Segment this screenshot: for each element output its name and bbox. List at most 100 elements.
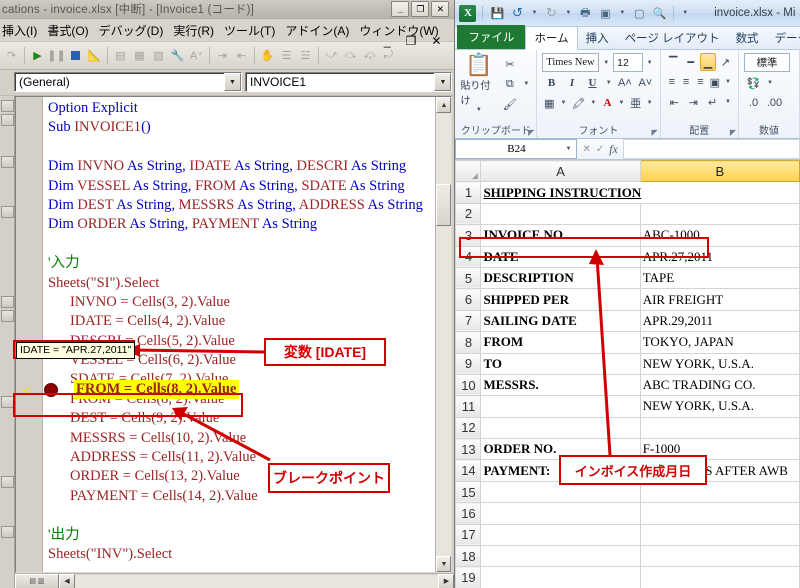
chevron-down-icon[interactable]: ▼ <box>474 107 484 113</box>
chevron-down-icon[interactable]: ▼ <box>645 100 655 106</box>
restore-icon[interactable]: ❐ <box>411 1 430 17</box>
quick-print-icon[interactable]: 🖶 <box>577 5 593 21</box>
paste-button[interactable]: 📋 貼り付け ▼ <box>460 53 497 124</box>
cell-B3[interactable]: ABC-1000 <box>639 224 800 247</box>
chevron-down-icon[interactable]: ▼ <box>588 100 598 106</box>
tab-page-layout[interactable]: ページ レイアウト <box>617 27 728 49</box>
code-vertical-scrollbar[interactable]: ▲ ▼ <box>435 97 452 572</box>
align-center-icon[interactable]: ≡ <box>680 73 692 91</box>
row-header-7[interactable]: 7 <box>455 309 482 333</box>
row-header-2[interactable]: 2 <box>455 202 482 226</box>
project-explorer-icon[interactable]: ▤ <box>112 47 129 64</box>
row-header-18[interactable]: 18 <box>455 545 482 568</box>
chevron-down-icon[interactable]: ▼ <box>604 80 614 86</box>
phonetic-guide-icon[interactable]: 亜 <box>628 94 642 112</box>
dock-nub[interactable] <box>1 206 14 218</box>
print-preview-icon[interactable]: ▣ <box>597 5 613 21</box>
cell-B2[interactable] <box>639 202 800 226</box>
cell-A11[interactable] <box>480 395 641 418</box>
cell-B9[interactable]: NEW YORK, U.S.A. <box>639 352 800 375</box>
dock-nub[interactable] <box>1 526 14 538</box>
align-middle-icon[interactable]: ━ <box>683 53 698 71</box>
row-header-14[interactable]: 14 <box>455 459 482 482</box>
cell-A9[interactable]: TO <box>480 352 641 375</box>
menu-item-format[interactable]: 書式(O) <box>47 22 88 39</box>
chevron-down-icon[interactable]: ▼ <box>723 79 733 85</box>
step-into-icon[interactable]: ⤼ <box>342 47 359 64</box>
undo-icon[interactable]: ↺ <box>509 5 525 21</box>
select-all-corner[interactable] <box>455 160 482 183</box>
cell-A4[interactable]: DATE <box>480 245 641 268</box>
cell-A10[interactable]: MESSRS. <box>480 373 641 397</box>
minimize-icon[interactable]: _ <box>391 1 410 17</box>
cell-A16[interactable] <box>480 502 641 525</box>
spelling-icon[interactable]: 🔍 <box>651 5 667 21</box>
align-left-icon[interactable]: ≡ <box>666 73 678 91</box>
scroll-up-icon[interactable]: ▲ <box>436 97 452 113</box>
font-dialog-launcher[interactable]: ◤ <box>651 128 657 137</box>
cell-A8[interactable]: FROM <box>480 331 641 354</box>
hand-icon[interactable]: ✋ <box>259 47 276 64</box>
step-over-icon[interactable]: ⤽ <box>361 47 378 64</box>
row-header-13[interactable]: 13 <box>455 438 482 461</box>
mdi-minimize-icon[interactable]: _ <box>384 34 391 48</box>
merge-cells-icon[interactable]: ▣ <box>709 73 721 91</box>
cell-B16[interactable] <box>639 502 800 525</box>
outdent-icon[interactable]: ⇤ <box>233 47 250 64</box>
redo-icon[interactable]: ↷ <box>3 47 20 64</box>
cell-A1[interactable]: SHIPPING INSTRUCTION <box>480 181 800 204</box>
cell-B17[interactable] <box>639 523 800 547</box>
chevron-down-icon[interactable]: ▼ <box>645 60 655 66</box>
toggle-breakpoint-icon[interactable]: ⤻ <box>323 47 340 64</box>
name-box[interactable]: B24 ▼ <box>455 139 578 159</box>
scroll-down-icon[interactable]: ▼ <box>436 556 452 572</box>
close-icon[interactable]: ✕ <box>431 1 450 17</box>
row-header-15[interactable]: 15 <box>455 480 482 504</box>
code-text-area[interactable]: FROM = Cells(8, 2).Value Option Explicit… <box>43 97 436 572</box>
row-header-19[interactable]: 19 <box>455 566 482 588</box>
dock-nub[interactable] <box>1 310 14 322</box>
step-out-icon[interactable]: ⤾ <box>380 47 397 64</box>
cell-A19[interactable] <box>480 566 641 588</box>
view-split-buttons[interactable]: ▤ ▥ <box>15 573 59 588</box>
row-header-11[interactable]: 11 <box>455 395 482 418</box>
tab-insert[interactable]: 挿入 <box>578 27 617 49</box>
cell-B5[interactable]: TAPE <box>639 266 800 290</box>
underline-button[interactable]: U <box>583 74 601 92</box>
font-name-input[interactable]: Times New Ro <box>542 53 600 72</box>
chevron-down-icon[interactable]: ▼ <box>563 146 573 152</box>
chevron-down-icon[interactable]: ▼ <box>617 100 627 106</box>
clipboard-dialog-launcher[interactable]: ◤ <box>528 128 534 137</box>
dock-nub[interactable] <box>1 100 14 112</box>
indent-icon[interactable]: ⇥ <box>214 47 231 64</box>
dock-nub[interactable] <box>1 476 14 488</box>
format-painter-icon[interactable]: 🖌 <box>500 95 519 113</box>
object-browser-icon[interactable]: ▧ <box>150 47 167 64</box>
orientation-icon[interactable]: ↗ <box>718 53 733 71</box>
stop-icon[interactable] <box>67 47 84 64</box>
chevron-down-icon[interactable]: ▼ <box>601 60 611 66</box>
cut-icon[interactable]: ✂ <box>500 55 519 73</box>
increase-indent-icon[interactable]: ⇥ <box>685 93 702 111</box>
align-right-icon[interactable]: ≡ <box>694 73 706 91</box>
tab-data[interactable]: データ <box>767 27 800 49</box>
column-header-B[interactable]: B <box>639 160 800 183</box>
italic-button[interactable]: I <box>563 74 581 92</box>
menu-item-insert[interactable]: 挿入(I) <box>2 22 37 39</box>
cell-B6[interactable]: AIR FREIGHT <box>639 288 800 311</box>
chevron-down-icon[interactable]: ▼ <box>529 10 539 16</box>
tab-formulas[interactable]: 数式 <box>728 27 767 49</box>
cell-B8[interactable]: TOKYO, JAPAN <box>639 331 800 354</box>
cell-A6[interactable]: SHIPPED PER <box>480 288 641 311</box>
align-top-icon[interactable]: ▔ <box>666 53 681 71</box>
increase-font-size-icon[interactable]: A˄ <box>616 74 634 92</box>
row-header-1[interactable]: 1 <box>455 181 482 204</box>
list2-icon[interactable]: ☱ <box>297 47 314 64</box>
save-icon[interactable]: 💾 <box>489 5 505 21</box>
cell-A18[interactable] <box>480 545 641 568</box>
borders-icon[interactable]: ▦ <box>542 94 556 112</box>
toolbox-icon[interactable]: 🔧 <box>169 47 186 64</box>
row-header-6[interactable]: 6 <box>455 288 482 311</box>
cell-A5[interactable]: DESCRIPTION <box>480 266 641 290</box>
dock-nub[interactable] <box>1 114 14 126</box>
